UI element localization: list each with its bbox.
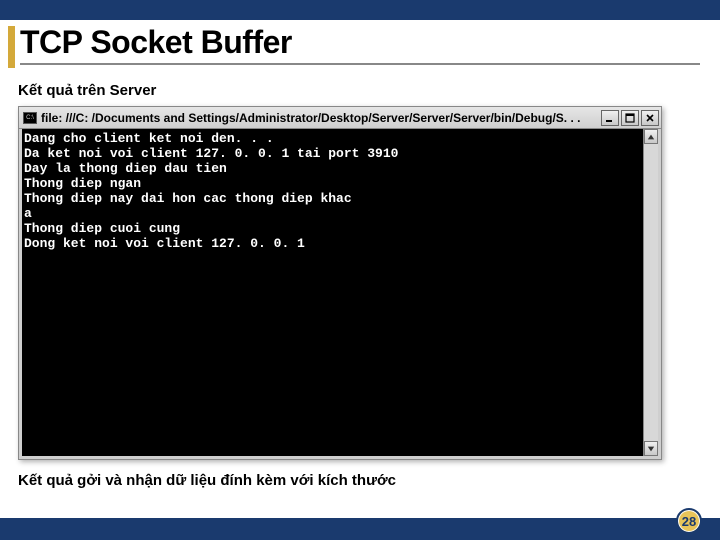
close-button[interactable]: [641, 110, 659, 126]
scroll-up-button[interactable]: [644, 129, 658, 144]
subtitle-text: Kết quả trên Server: [18, 82, 156, 99]
system-menu-icon-text: C:\: [26, 115, 34, 121]
system-menu-icon[interactable]: C:\: [23, 112, 37, 124]
window-buttons: [601, 110, 659, 126]
console-title-text: file: ///C: /Documents and Settings/Admi…: [41, 111, 601, 125]
console-window: C:\ file: ///C: /Documents and Settings/…: [18, 106, 662, 460]
scroll-down-button[interactable]: [644, 441, 658, 456]
minimize-icon: [605, 113, 615, 123]
maximize-button[interactable]: [621, 110, 639, 126]
scroll-track[interactable]: [644, 144, 658, 441]
title-wrap: TCP Socket Buffer: [20, 24, 700, 65]
minimize-button[interactable]: [601, 110, 619, 126]
close-icon: [645, 113, 655, 123]
vertical-scrollbar[interactable]: [643, 129, 658, 456]
console-titlebar: C:\ file: ///C: /Documents and Settings/…: [19, 107, 661, 129]
scroll-down-icon: [647, 445, 655, 453]
slide-top-bar: [0, 0, 720, 20]
maximize-icon: [625, 113, 635, 123]
slide-accent-stripe: [8, 26, 15, 68]
slide-bottom-bar: [0, 518, 720, 540]
slide-title: TCP Socket Buffer: [20, 24, 700, 65]
page-number-badge: 28: [676, 508, 702, 534]
slide: TCP Socket Buffer Kết quả trên Server C:…: [0, 0, 720, 540]
scroll-up-icon: [647, 133, 655, 141]
console-body: Dang cho client ket noi den. . . Da ket …: [22, 129, 658, 456]
console-output: Dang cho client ket noi den. . . Da ket …: [24, 131, 654, 454]
page-number: 28: [682, 514, 696, 529]
caption-text: Kết quả gởi và nhận dữ liệu đính kèm với…: [18, 472, 396, 489]
